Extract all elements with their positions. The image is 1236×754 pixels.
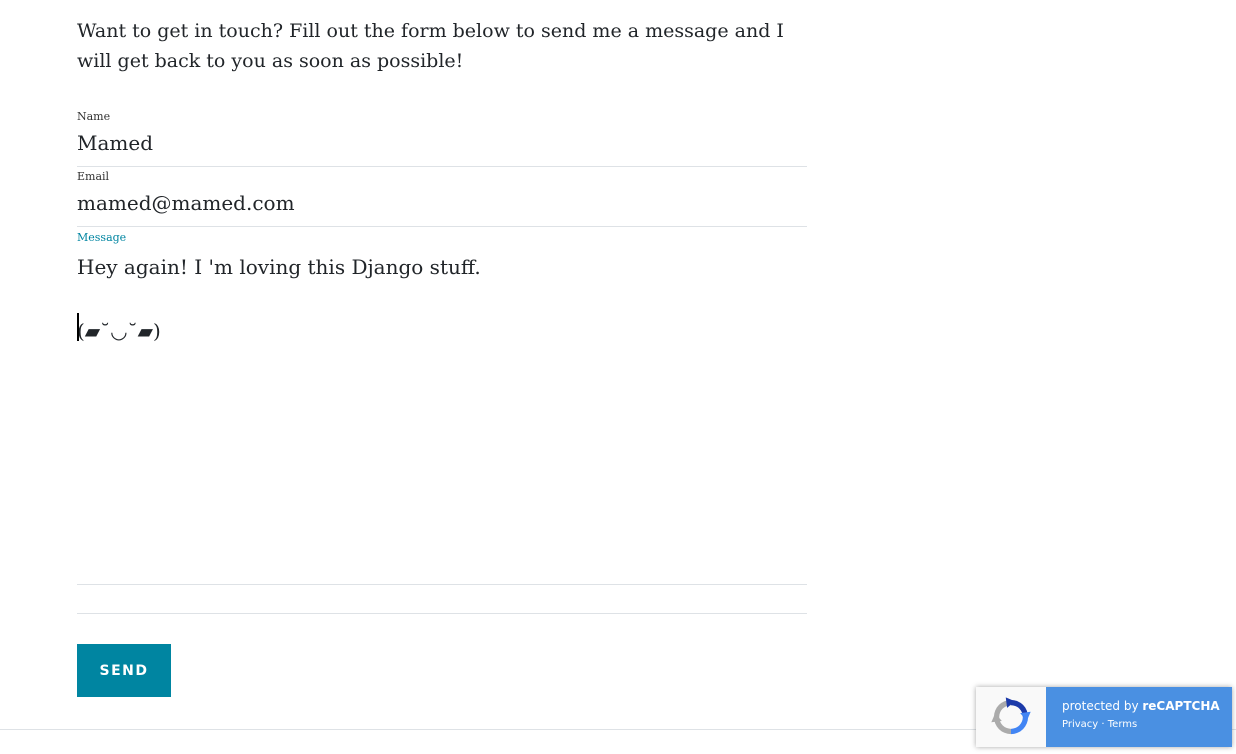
recaptcha-brand: reCAPTCHA: [1142, 699, 1220, 713]
intro-text: Want to get in touch? Fill out the form …: [77, 20, 784, 72]
email-field[interactable]: Email mamed@mamed.com: [77, 168, 807, 227]
recaptcha-badge[interactable]: protected by reCAPTCHA Privacy · Terms: [976, 687, 1232, 747]
name-input[interactable]: Mamed: [77, 130, 153, 156]
name-field[interactable]: Name Mamed: [77, 108, 807, 167]
send-button[interactable]: SEND: [77, 644, 171, 697]
recaptcha-links: Privacy · Terms: [1062, 719, 1232, 731]
text-caret: [77, 313, 79, 341]
recaptcha-text: protected by reCAPTCHA Privacy · Terms: [1046, 687, 1232, 747]
email-input[interactable]: mamed@mamed.com: [77, 190, 295, 216]
message-label: Message: [77, 231, 127, 244]
recaptcha-terms-link[interactable]: Terms: [1108, 719, 1137, 730]
recaptcha-link-separator: ·: [1098, 719, 1108, 730]
recaptcha-logo-box: [976, 687, 1046, 747]
name-label: Name: [77, 110, 111, 123]
recaptcha-protected-line: protected by reCAPTCHA: [1062, 699, 1232, 713]
form-divider: [77, 585, 807, 614]
contact-page: Want to get in touch? Fill out the form …: [0, 0, 1236, 754]
email-label: Email: [77, 170, 110, 183]
recaptcha-protected-prefix: protected by: [1062, 699, 1143, 713]
recaptcha-privacy-link[interactable]: Privacy: [1062, 719, 1098, 730]
message-field[interactable]: Message Hey again! I 'm loving this Djan…: [77, 229, 807, 585]
recaptcha-icon: [991, 697, 1031, 735]
message-textarea[interactable]: Hey again! I 'm loving this Django stuff…: [77, 251, 481, 347]
